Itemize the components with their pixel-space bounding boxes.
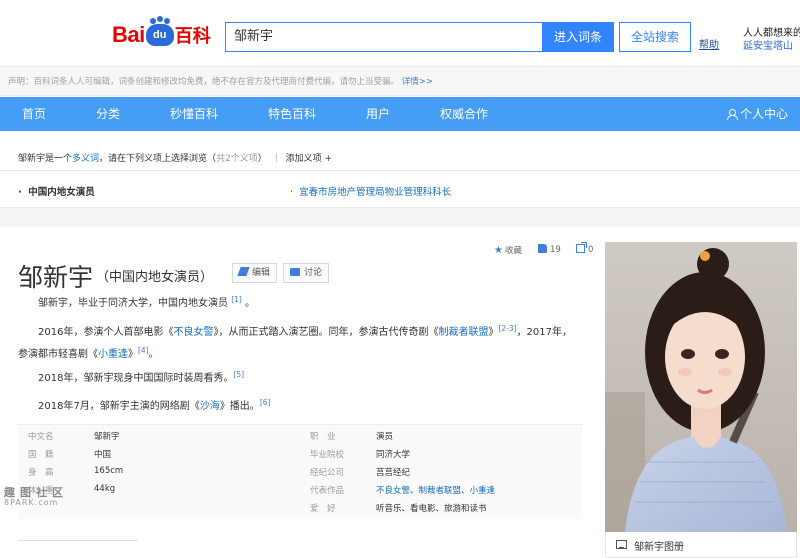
- sense-current[interactable]: · 中国内地女演员: [18, 184, 95, 198]
- edit-button[interactable]: 编辑: [232, 263, 278, 283]
- thumbs-up-icon: [538, 244, 547, 253]
- ref-6[interactable]: [6]: [260, 398, 271, 407]
- info-value: 邹新宇: [94, 432, 120, 442]
- paragraph-1: 邹新宇，毕业于同济大学，中国内地女演员 [1] 。: [38, 295, 255, 309]
- star-icon: ★: [494, 245, 503, 256]
- info-label: 国 籍: [28, 450, 54, 460]
- ref-4[interactable]: [4]: [138, 346, 149, 355]
- watermark-url: 8PARK.com: [4, 498, 59, 507]
- info-value: 165cm: [94, 466, 124, 476]
- ref-5[interactable]: [5]: [233, 370, 244, 379]
- entry-subtitle: （中国内地女演员）: [96, 270, 214, 285]
- film-link[interactable]: 不良女警: [173, 327, 213, 338]
- paragraph-2: 2016年，参演个人首部电影《不良女警》，从而正式踏入演艺圈。同年，参演古代传奇…: [18, 324, 573, 360]
- discuss-button[interactable]: 讨论: [283, 263, 330, 283]
- drama-link[interactable]: 制裁者联盟: [438, 327, 488, 338]
- divider: [0, 170, 800, 171]
- search-input[interactable]: 邹新宇: [225, 22, 543, 52]
- entry-photo[interactable]: [605, 242, 797, 532]
- nav-category[interactable]: 分类: [96, 97, 120, 131]
- portrait-image: [605, 242, 797, 532]
- logo-baike: 百科: [174, 26, 211, 47]
- photo-album-link[interactable]: 邹新宇图册: [605, 532, 797, 558]
- sense-other-link[interactable]: · 宜春市房地产管理局物业管理科科长: [290, 184, 451, 198]
- paragraph-3: 2018年，邹新宇现身中国国际时装周看秀。[5]: [38, 370, 245, 384]
- notice-text: 声明：百科词条人人可编辑，词条创建和修改均免费，绝不存在官方及代理商付费代编，请…: [8, 77, 433, 87]
- baidu-baike-logo[interactable]: Bai du 百科: [112, 18, 211, 48]
- nav-miaodong[interactable]: 秒懂百科: [170, 97, 218, 131]
- info-label: 身 高: [28, 468, 54, 478]
- divider: [18, 540, 138, 541]
- info-label: 职 业: [310, 432, 336, 442]
- info-value: 同济大学: [376, 450, 411, 460]
- polysemy-line: 邹新宇是一个多义词，请在下列义项上选择浏览（共2个义项） 添加义项 +: [18, 153, 332, 164]
- nav-users[interactable]: 用户: [366, 97, 390, 131]
- header: Bai du 百科 邹新宇 进入词条 全站搜索 帮助 人人都想来的 延安宝塔山: [0, 0, 800, 66]
- info-value: 不良女警、制裁者联盟、小重逢: [376, 486, 496, 496]
- add-sense-link[interactable]: 添加义项 +: [286, 154, 332, 164]
- enter-entry-button[interactable]: 进入词条: [542, 22, 614, 52]
- info-value: 听音乐、看电影、旅游和读书: [376, 504, 487, 514]
- pencil-icon: [237, 267, 250, 276]
- user-icon: [727, 109, 738, 120]
- info-value: 莒莒经纪: [376, 468, 411, 478]
- help-link[interactable]: 帮助: [699, 36, 719, 51]
- entry-title: 邹新宇: [18, 263, 94, 292]
- site-search-button[interactable]: 全站搜索: [619, 22, 691, 52]
- nav-home[interactable]: 首页: [22, 97, 46, 131]
- logo-bai: Bai: [112, 22, 145, 47]
- ref-2-3[interactable]: [2-3]: [498, 324, 516, 333]
- info-value: 演员: [376, 432, 394, 442]
- main-nav: 首页 分类 秒懂百科 特色百科 用户 权威合作 个人中心: [0, 97, 800, 131]
- nav-user-center[interactable]: 个人中心: [727, 97, 788, 131]
- share-icon: [576, 242, 587, 253]
- info-label: 代表作品: [310, 486, 345, 496]
- drama2-link[interactable]: 小重逢: [98, 349, 128, 360]
- info-label: 中文名: [28, 432, 54, 442]
- chat-icon: [290, 268, 300, 276]
- shahai-link[interactable]: 沙海: [200, 401, 220, 412]
- favorite-button[interactable]: ★ 收藏: [494, 244, 522, 256]
- share-button[interactable]: 0: [576, 242, 593, 255]
- nav-partners[interactable]: 权威合作: [440, 97, 488, 131]
- polysemy-term-link[interactable]: 多义词: [72, 154, 99, 164]
- info-value: 44kg: [94, 484, 116, 494]
- info-label: 毕业院校: [310, 450, 345, 460]
- logo-paw-icon: du: [145, 18, 174, 46]
- nav-featured[interactable]: 特色百科: [268, 97, 316, 131]
- ref-1[interactable]: [1]: [231, 295, 242, 304]
- section-band: [0, 207, 800, 227]
- work-link[interactable]: 小重逢: [470, 486, 496, 496]
- info-label: 爱 好: [310, 504, 336, 514]
- separator: [275, 153, 277, 162]
- like-button[interactable]: 19: [538, 244, 561, 255]
- work-link[interactable]: 制裁者联盟: [419, 486, 462, 496]
- notice-bar: 声明：百科词条人人可编辑，词条创建和修改均免费，绝不存在官方及代理商付费代编，请…: [0, 66, 800, 96]
- notice-details-link[interactable]: 详情>>: [402, 77, 433, 87]
- info-label: 经纪公司: [310, 468, 345, 478]
- album-icon: [616, 540, 627, 549]
- hot-term-link[interactable]: 延安宝塔山: [743, 37, 793, 52]
- info-value: 中国: [94, 450, 112, 460]
- paragraph-4: 2018年7月，邹新宇主演的网络剧《沙海》播出。[6]: [38, 398, 271, 412]
- work-link[interactable]: 不良女警: [376, 486, 410, 496]
